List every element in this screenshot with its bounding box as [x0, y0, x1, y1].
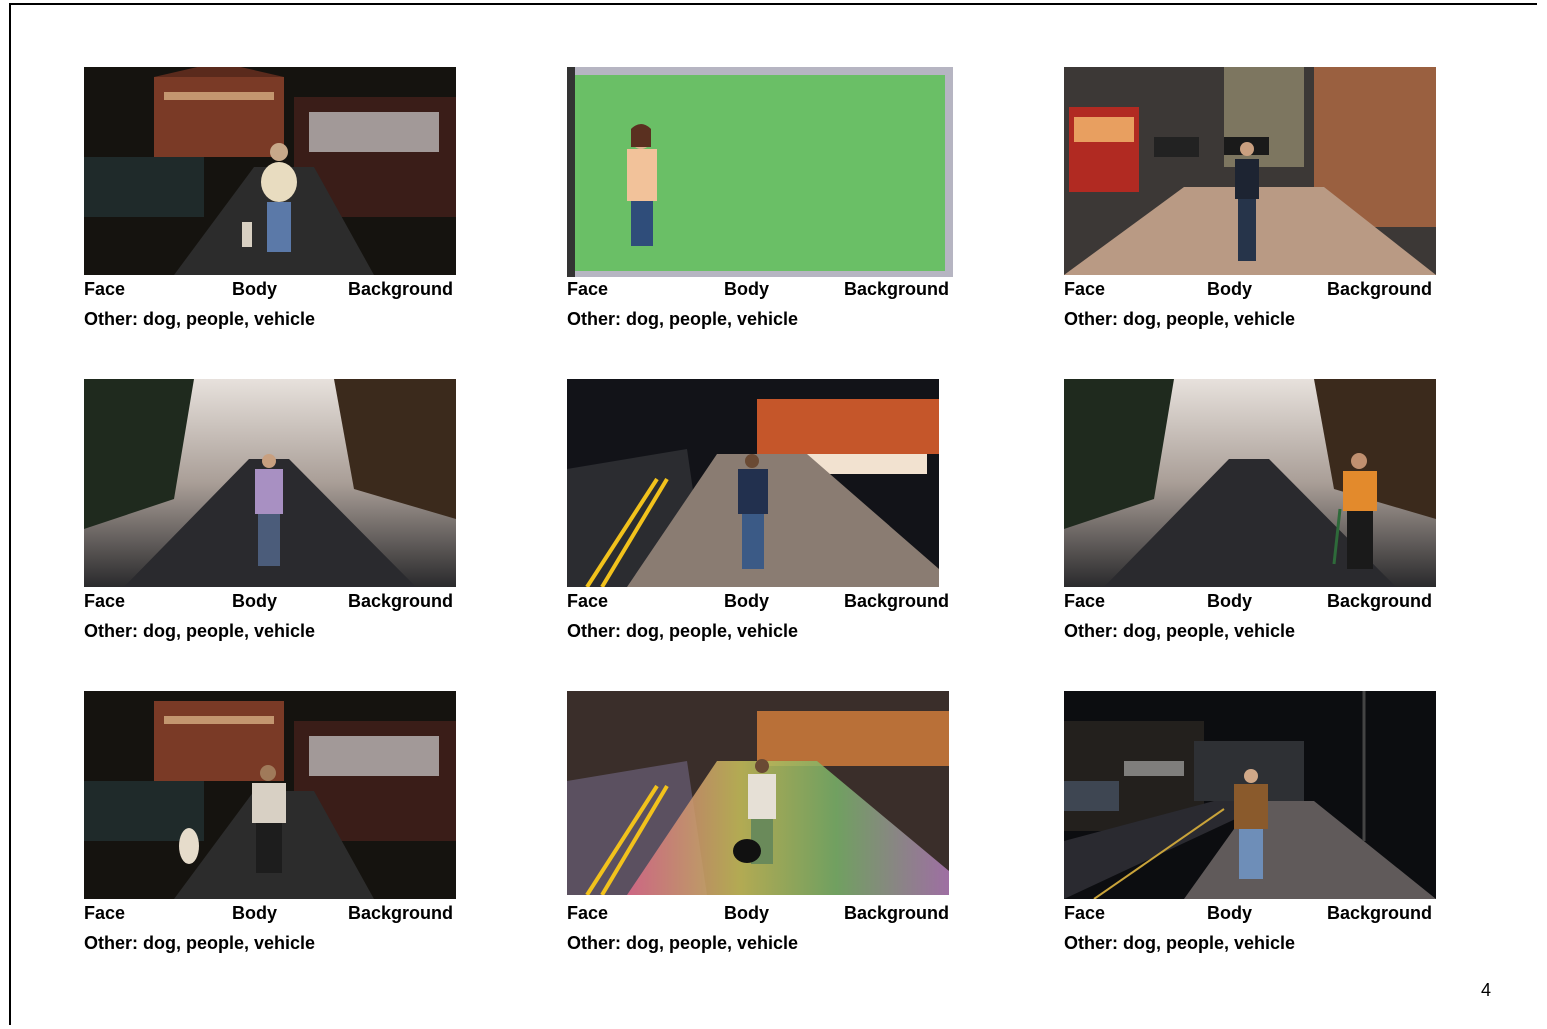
panel-5: Face Body Background Other: dog, people,… — [567, 379, 953, 649]
body-label: Body — [724, 279, 769, 299]
label-row: Face Body Background — [84, 279, 456, 299]
scene-image — [1064, 67, 1436, 275]
label-row: Face Body Background — [567, 903, 953, 923]
face-label: Face — [567, 903, 609, 923]
scene-image — [1064, 691, 1436, 899]
background-label: Background — [347, 903, 453, 923]
scene-image — [567, 67, 953, 277]
other-label: Other: dog, people, vehicle — [1064, 309, 1296, 329]
panel-1: Face Body Background Other: dog, people,… — [84, 67, 456, 337]
body-label: Body — [232, 903, 277, 923]
background-label: Background — [347, 279, 453, 299]
body-label: Body — [724, 591, 769, 611]
background-label: Background — [1326, 903, 1432, 923]
scene-image — [84, 67, 456, 275]
background-label: Background — [843, 591, 949, 611]
face-label: Face — [1064, 591, 1106, 611]
page-number: 4 — [1481, 980, 1492, 1000]
panel-2: Face Body Background Other: dog, people,… — [567, 67, 953, 337]
panel-7: Face Body Background Other: dog, people,… — [84, 691, 456, 961]
label-row: Face Body Background — [1064, 903, 1436, 923]
body-label: Body — [1207, 903, 1252, 923]
body-label: Body — [1207, 279, 1252, 299]
label-row: Face Body Background — [567, 279, 953, 299]
body-label: Body — [232, 279, 277, 299]
face-label: Face — [567, 279, 609, 299]
scene-image — [567, 691, 949, 895]
panel-8: Face Body Background Other: dog, people,… — [567, 691, 953, 961]
background-label: Background — [347, 591, 453, 611]
face-label: Face — [84, 279, 126, 299]
body-label: Body — [724, 903, 769, 923]
face-label: Face — [1064, 903, 1106, 923]
label-row: Face Body Background — [567, 591, 953, 611]
panel-4: Face Body Background Other: dog, people,… — [84, 379, 456, 649]
panel-9: Face Body Background Other: dog, people,… — [1064, 691, 1436, 961]
scene-image — [567, 379, 939, 587]
other-label: Other: dog, people, vehicle — [567, 933, 799, 953]
panel-6: Face Body Background Other: dog, people,… — [1064, 379, 1436, 649]
face-label: Face — [84, 591, 126, 611]
face-label: Face — [1064, 279, 1106, 299]
face-label: Face — [567, 591, 609, 611]
background-label: Background — [1326, 279, 1432, 299]
label-row: Face Body Background — [1064, 591, 1436, 611]
body-label: Body — [1207, 591, 1252, 611]
other-label: Other: dog, people, vehicle — [84, 933, 316, 953]
other-label: Other: dog, people, vehicle — [567, 309, 799, 329]
face-label: Face — [84, 903, 126, 923]
background-label: Background — [843, 279, 949, 299]
background-label: Background — [843, 903, 949, 923]
label-row: Face Body Background — [84, 591, 456, 611]
panel-3: Face Body Background Other: dog, people,… — [1064, 67, 1436, 337]
scene-image — [84, 691, 456, 899]
other-label: Other: dog, people, vehicle — [84, 621, 316, 641]
other-label: Other: dog, people, vehicle — [84, 309, 316, 329]
other-label: Other: dog, people, vehicle — [567, 621, 799, 641]
label-row: Face Body Background — [84, 903, 456, 923]
scene-image — [84, 379, 456, 587]
background-label: Background — [1326, 591, 1432, 611]
scene-image — [1064, 379, 1436, 587]
body-label: Body — [232, 591, 277, 611]
label-row: Face Body Background — [1064, 279, 1436, 299]
other-label: Other: dog, people, vehicle — [1064, 933, 1296, 953]
other-label: Other: dog, people, vehicle — [1064, 621, 1296, 641]
